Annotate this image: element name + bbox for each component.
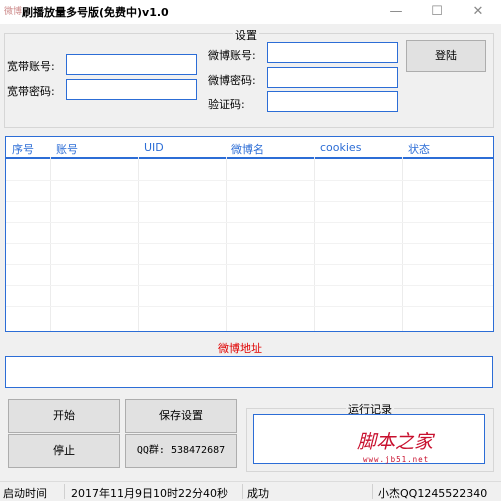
column-divider [314, 157, 315, 331]
row-divider [6, 285, 493, 286]
close-icon[interactable]: ✕ [463, 0, 493, 24]
broadband-account-label: 宽带账号: [7, 60, 55, 73]
weibo-url-label: 微博地址 [218, 342, 262, 355]
weibo-account-label: 微博账号: [208, 49, 256, 62]
start-time-value: 2017年11月9日10时22分40秒 [71, 487, 228, 500]
captcha-input[interactable] [267, 91, 398, 112]
column-header-index[interactable]: 序号 [12, 141, 34, 157]
row-divider [6, 306, 493, 307]
status-separator [372, 484, 373, 499]
row-divider [6, 201, 493, 202]
broadband-password-label: 宽带密码: [7, 85, 55, 98]
captcha-label: 验证码: [208, 98, 245, 111]
weibo-account-input[interactable] [267, 42, 398, 63]
weibo-url-input[interactable] [5, 356, 493, 388]
row-divider [6, 180, 493, 181]
broadband-account-input[interactable] [66, 54, 197, 75]
start-time-label: 启动时间 [3, 487, 47, 500]
status-bar: 启动时间 2017年11月9日10时22分40秒 成功 小杰QQ12455223… [0, 481, 501, 501]
watermark-text: 脚本之家 [357, 431, 436, 453]
column-divider [138, 157, 139, 331]
account-table[interactable]: 序号 账号 UID 微博名 cookies 状态 [5, 136, 494, 332]
status-separator [64, 484, 65, 499]
table-header: 序号 账号 UID 微博名 cookies 状态 [6, 137, 493, 159]
row-divider [6, 222, 493, 223]
column-header-uid[interactable]: UID [144, 141, 164, 154]
watermark-url: www.jb51.net [363, 455, 429, 464]
column-divider [226, 157, 227, 331]
weibo-password-input[interactable] [267, 67, 398, 88]
broadband-password-input[interactable] [66, 79, 197, 100]
window-title: 刷播放量多号版(免费中)v1.0 [22, 6, 169, 19]
status-separator [242, 484, 243, 499]
watermark-logo: 脚本之家 www.jb51.net [357, 431, 436, 464]
maximize-icon[interactable]: ☐ [422, 0, 452, 24]
author-contact: 小杰QQ1245522340 [378, 487, 488, 500]
title-bar: 微博 刷播放量多号版(免费中)v1.0 — ☐ ✕ [0, 0, 501, 24]
start-button[interactable]: 开始 [8, 399, 120, 433]
column-header-cookies[interactable]: cookies [320, 141, 361, 154]
save-settings-button[interactable]: 保存设置 [125, 399, 237, 433]
login-button[interactable]: 登陆 [406, 40, 486, 72]
status-text: 成功 [247, 487, 269, 500]
column-divider [402, 157, 403, 331]
column-header-weibo-name[interactable]: 微博名 [231, 141, 264, 157]
stop-button[interactable]: 停止 [8, 434, 120, 468]
column-header-status[interactable]: 状态 [408, 141, 430, 157]
column-divider [50, 157, 51, 331]
weibo-password-label: 微博密码: [208, 74, 256, 87]
qq-group-button[interactable]: QQ群: 538472687 [125, 434, 237, 468]
row-divider [6, 264, 493, 265]
settings-legend: 设置 [233, 27, 259, 43]
row-divider [6, 243, 493, 244]
column-header-account[interactable]: 账号 [56, 141, 78, 157]
minimize-icon[interactable]: — [381, 0, 411, 24]
